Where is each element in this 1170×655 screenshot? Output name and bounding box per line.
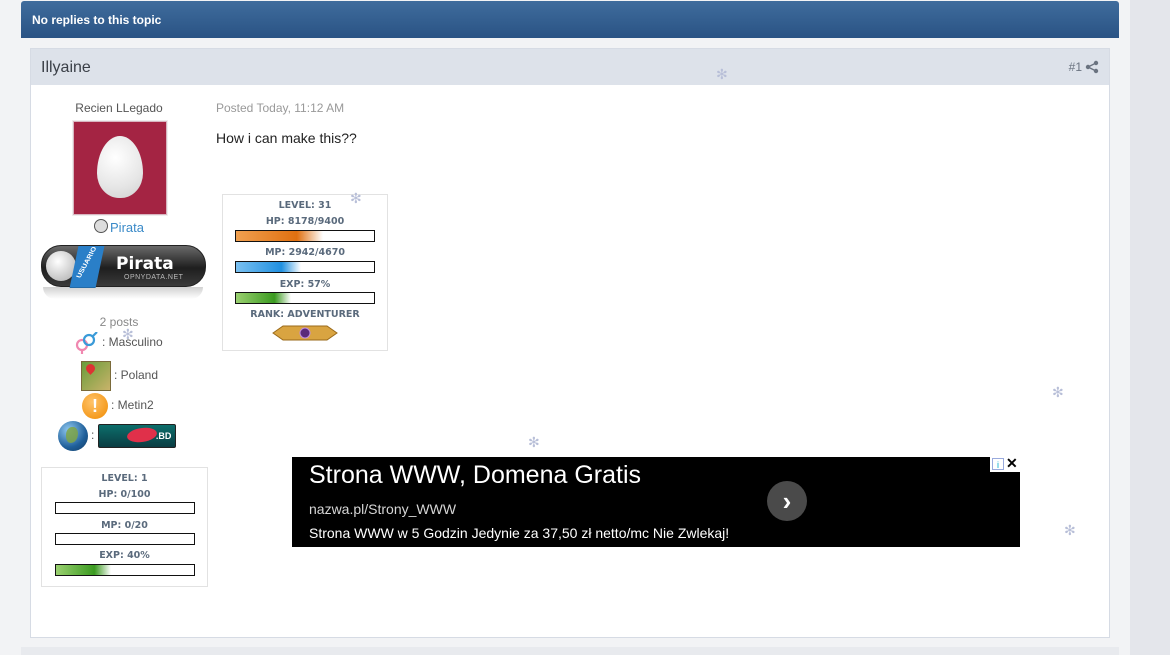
gender-icon xyxy=(75,332,98,354)
user-stats-box: LEVEL: 1 HP: 0/100 MP: 0/20 EXP: 40% xyxy=(41,467,208,587)
pirata-badge: USUARIO Pirata OPNYDATA.NET xyxy=(41,243,206,301)
country-separator: : xyxy=(91,428,95,443)
user-hp-bar xyxy=(55,502,195,514)
snowflake-icon: ✻ xyxy=(716,66,728,82)
gender-field: : Masculino xyxy=(73,332,163,354)
right-margin xyxy=(1130,0,1170,655)
country-flag-image: .BD xyxy=(98,424,177,448)
ad-url[interactable]: nazwa.pl/Strony_WWW xyxy=(309,501,456,517)
interest-field: !: Metin2 xyxy=(82,393,154,419)
topic-header-title: No replies to this topic xyxy=(32,13,162,27)
globe-icon xyxy=(58,421,88,451)
ad-title[interactable]: Strona WWW, Domena Gratis xyxy=(309,461,641,490)
sig-rank-label: RANK: ADVENTURER xyxy=(250,309,360,320)
sig-hp-fill xyxy=(236,231,323,241)
signature-stats-box: LEVEL: 31 HP: 8178/9400 MP: 2942/4670 EX… xyxy=(222,194,388,351)
footer-strip xyxy=(21,647,1119,655)
ad-arrow-icon[interactable]: › xyxy=(767,481,807,521)
badge-text: Pirata xyxy=(116,254,174,274)
member-rank-title: Recien LLegado xyxy=(75,101,163,115)
sig-exp-label: EXP: 57% xyxy=(279,279,331,290)
ad-choices: i ✕ xyxy=(990,455,1020,472)
rank-emblem-icon xyxy=(272,325,338,341)
user-exp-label: EXP: 40% xyxy=(99,550,150,561)
location-field: : Poland xyxy=(81,361,158,391)
sig-hp-label: HP: 8178/9400 xyxy=(265,216,345,227)
snowflake-icon: ✻ xyxy=(1052,384,1064,400)
sig-exp-bar xyxy=(235,292,375,304)
post-author-name[interactable]: Illyaine xyxy=(41,59,91,77)
flag-red-disc xyxy=(126,425,159,445)
sig-exp-fill xyxy=(236,293,292,303)
user-exp-fill xyxy=(56,565,112,575)
post-header: Illyaine #1 xyxy=(31,49,1109,85)
sig-hp-bar xyxy=(235,230,375,242)
ad-close-icon[interactable]: ✕ xyxy=(1006,455,1018,472)
sig-level-label: LEVEL: 31 xyxy=(278,200,332,211)
member-group: Pirata xyxy=(31,219,207,235)
user-hp-label: HP: 0/100 xyxy=(98,489,151,500)
badge-pill: USUARIO Pirata OPNYDATA.NET xyxy=(41,245,206,288)
avatar[interactable] xyxy=(73,121,167,215)
post: Illyaine #1 Recien LLegado Pirata USUARI… xyxy=(30,48,1110,638)
badge-ribbon-text: USUARIO xyxy=(75,246,99,279)
flag-text: .BD xyxy=(155,431,172,441)
map-icon xyxy=(81,361,111,391)
sig-mp-fill xyxy=(236,262,301,272)
ad-info-icon[interactable]: i xyxy=(992,458,1004,470)
post-count: 2 posts xyxy=(99,315,139,329)
snowflake-icon: ✻ xyxy=(1064,522,1076,538)
snowflake-icon: ✻ xyxy=(528,434,540,450)
share-icon[interactable] xyxy=(1085,60,1099,74)
ad-description[interactable]: Strona WWW w 5 Godzin Jedynie za 37,50 z… xyxy=(309,525,729,541)
badge-reflection xyxy=(43,287,203,299)
exclamation-icon: ! xyxy=(82,393,108,419)
interest-value: : Metin2 xyxy=(111,398,154,413)
post-number-link[interactable]: #1 xyxy=(1069,60,1082,74)
user-level-label: LEVEL: 1 xyxy=(101,473,148,484)
member-group-name: Pirata xyxy=(110,220,144,235)
post-date: Posted Today, 11:12 AM xyxy=(216,101,345,115)
location-value: : Poland xyxy=(114,368,159,383)
badge-subtext: OPNYDATA.NET xyxy=(124,274,184,281)
country-field: : .BD xyxy=(58,421,177,451)
snowflake-icon: ✻ xyxy=(122,326,134,342)
post-body-text: How i can make this?? xyxy=(216,130,357,146)
sig-mp-label: MP: 2942/4670 xyxy=(265,247,345,258)
skull-icon xyxy=(94,219,109,233)
sig-mp-bar xyxy=(235,261,375,273)
advertisement[interactable]: Strona WWW, Domena Gratis nazwa.pl/Stron… xyxy=(292,455,1020,547)
user-mp-label: MP: 0/20 xyxy=(101,520,148,531)
egg-avatar-image xyxy=(97,136,143,198)
user-exp-bar xyxy=(55,564,195,576)
badge-ribbon: USUARIO xyxy=(69,246,105,288)
topic-header: No replies to this topic xyxy=(21,1,1119,38)
user-mp-bar xyxy=(55,533,195,545)
snowflake-icon: ✻ xyxy=(350,190,362,206)
